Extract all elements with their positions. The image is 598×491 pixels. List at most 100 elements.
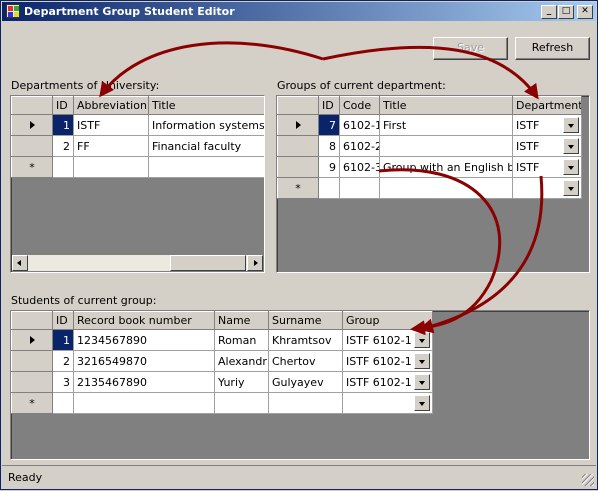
cell-id[interactable]: 7	[318, 114, 340, 136]
cell-id[interactable]: 3	[52, 371, 74, 393]
cell-name[interactable]: Roman	[214, 329, 269, 351]
cell-record-book[interactable]: 3216549870	[73, 350, 215, 372]
cell-record-book[interactable]: 1234567890	[73, 329, 215, 351]
column-header-department[interactable]: Department	[512, 96, 582, 115]
cell-id[interactable]: 8	[318, 135, 340, 157]
department-combo[interactable]: ISTF	[512, 156, 582, 178]
column-header-id[interactable]: ID	[318, 96, 340, 115]
row-header[interactable]	[277, 156, 319, 178]
cell-title[interactable]	[148, 156, 264, 178]
cell-title[interactable]: First	[379, 114, 513, 136]
table-row[interactable]: 2 FF Financial faculty	[11, 135, 264, 157]
cell-id[interactable]: 2	[52, 350, 74, 372]
table-row[interactable]: 8 6102-2 ISTF	[277, 135, 582, 157]
cell-record-book[interactable]: 2135467890	[73, 371, 215, 393]
column-header-title[interactable]: Title	[148, 96, 264, 115]
column-header-name[interactable]: Name	[214, 311, 269, 330]
row-header[interactable]	[11, 114, 53, 136]
cell-title[interactable]: Group with an English bias	[379, 156, 513, 178]
table-row[interactable]: 1 1234567890 Roman Khramtsov ISTF 6102-1	[11, 329, 433, 351]
department-combo[interactable]: ISTF	[512, 114, 582, 136]
cell-name[interactable]	[214, 392, 269, 414]
new-row-icon: *	[277, 177, 319, 199]
chevron-down-icon[interactable]	[414, 374, 430, 390]
cell-title[interactable]: Information systems and	[148, 114, 264, 136]
title-bar[interactable]: Department Group Student Editor _ □ ✕	[2, 2, 596, 21]
cell-id[interactable]: 2	[52, 135, 74, 157]
cell-code[interactable]: 6102-2	[339, 135, 380, 157]
cell-surname[interactable]	[268, 392, 343, 414]
cell-name[interactable]: Alexandr	[214, 350, 269, 372]
column-header-id[interactable]: ID	[52, 96, 74, 115]
group-combo[interactable]: ISTF 6102-1	[342, 329, 433, 351]
cell-title[interactable]	[379, 135, 513, 157]
cell-abbreviation[interactable]	[73, 156, 149, 178]
chevron-down-icon[interactable]	[563, 159, 579, 175]
cell-name[interactable]: Yuriy	[214, 371, 269, 393]
department-combo[interactable]	[512, 177, 582, 199]
cell-abbreviation[interactable]: ISTF	[73, 114, 149, 136]
scroll-thumb[interactable]	[170, 255, 246, 271]
cell-abbreviation[interactable]: FF	[73, 135, 149, 157]
students-grid[interactable]: ID Record book number Name Surname Group…	[10, 310, 590, 460]
table-row[interactable]: 7 6102-1 First ISTF	[277, 114, 582, 136]
group-combo[interactable]: ISTF 6102-1	[342, 371, 433, 393]
table-row[interactable]: 1 ISTF Information systems and	[11, 114, 264, 136]
column-header-abbreviation[interactable]: Abbreviation	[73, 96, 149, 115]
column-header-id[interactable]: ID	[52, 311, 74, 330]
cell-title[interactable]: Financial faculty	[148, 135, 264, 157]
horizontal-scrollbar[interactable]	[12, 255, 263, 271]
cell-record-book[interactable]	[73, 392, 215, 414]
column-header-record-book[interactable]: Record book number	[73, 311, 215, 330]
cell-surname[interactable]: Gulyayev	[268, 371, 343, 393]
table-row[interactable]: 2 3216549870 Alexandr Chertov ISTF 6102-…	[11, 350, 433, 372]
chevron-down-icon[interactable]	[414, 332, 430, 348]
cell-surname[interactable]: Chertov	[268, 350, 343, 372]
cell-title[interactable]	[379, 177, 513, 199]
column-header-title[interactable]: Title	[379, 96, 513, 115]
scroll-left-icon[interactable]	[12, 255, 28, 271]
table-row[interactable]: 3 2135467890 Yuriy Gulyayev ISTF 6102-1	[11, 371, 433, 393]
maximize-button[interactable]: □	[558, 5, 574, 19]
cell-id[interactable]	[318, 177, 340, 199]
new-row[interactable]: *	[11, 392, 433, 414]
resize-grip-icon[interactable]	[582, 474, 594, 486]
cell-id[interactable]: 1	[52, 329, 74, 351]
cell-code[interactable]: 6102-3	[339, 156, 380, 178]
minimize-button[interactable]: _	[541, 5, 557, 19]
refresh-button[interactable]: Refresh	[515, 37, 590, 60]
group-combo[interactable]: ISTF 6102-1	[342, 350, 433, 372]
row-header[interactable]	[11, 329, 53, 351]
row-header[interactable]	[277, 114, 319, 136]
chevron-down-icon[interactable]	[563, 180, 579, 196]
cell-id[interactable]	[52, 156, 74, 178]
row-header[interactable]	[11, 135, 53, 157]
row-header[interactable]	[11, 371, 53, 393]
cell-code[interactable]	[339, 177, 380, 199]
departments-grid[interactable]: ID Abbreviation Title 1 ISTF Information…	[10, 95, 265, 273]
new-row[interactable]: *	[11, 156, 264, 178]
cell-code[interactable]: 6102-1	[339, 114, 380, 136]
row-header[interactable]	[277, 135, 319, 157]
cell-id[interactable]: 9	[318, 156, 340, 178]
save-button[interactable]: Save	[433, 37, 508, 60]
row-header[interactable]	[11, 350, 53, 372]
chevron-down-icon[interactable]	[563, 138, 579, 154]
close-button[interactable]: ✕	[577, 5, 593, 19]
chevron-down-icon[interactable]	[414, 395, 430, 411]
cell-id[interactable]	[52, 392, 74, 414]
cell-id[interactable]: 1	[52, 114, 74, 136]
column-header-code[interactable]: Code	[339, 96, 380, 115]
department-combo[interactable]: ISTF	[512, 135, 582, 157]
chevron-down-icon[interactable]	[563, 117, 579, 133]
scroll-right-icon[interactable]	[247, 255, 263, 271]
cell-surname[interactable]: Khramtsov	[268, 329, 343, 351]
chevron-down-icon[interactable]	[414, 353, 430, 369]
groups-grid[interactable]: ID Code Title Department 7 6102-1 First …	[276, 95, 590, 273]
column-header-group[interactable]: Group	[342, 311, 433, 330]
table-row[interactable]: 9 6102-3 Group with an English bias ISTF	[277, 156, 582, 178]
group-combo[interactable]	[342, 392, 433, 414]
column-header-surname[interactable]: Surname	[268, 311, 343, 330]
new-row[interactable]: *	[277, 177, 582, 199]
maximize-icon: □	[561, 6, 571, 16]
